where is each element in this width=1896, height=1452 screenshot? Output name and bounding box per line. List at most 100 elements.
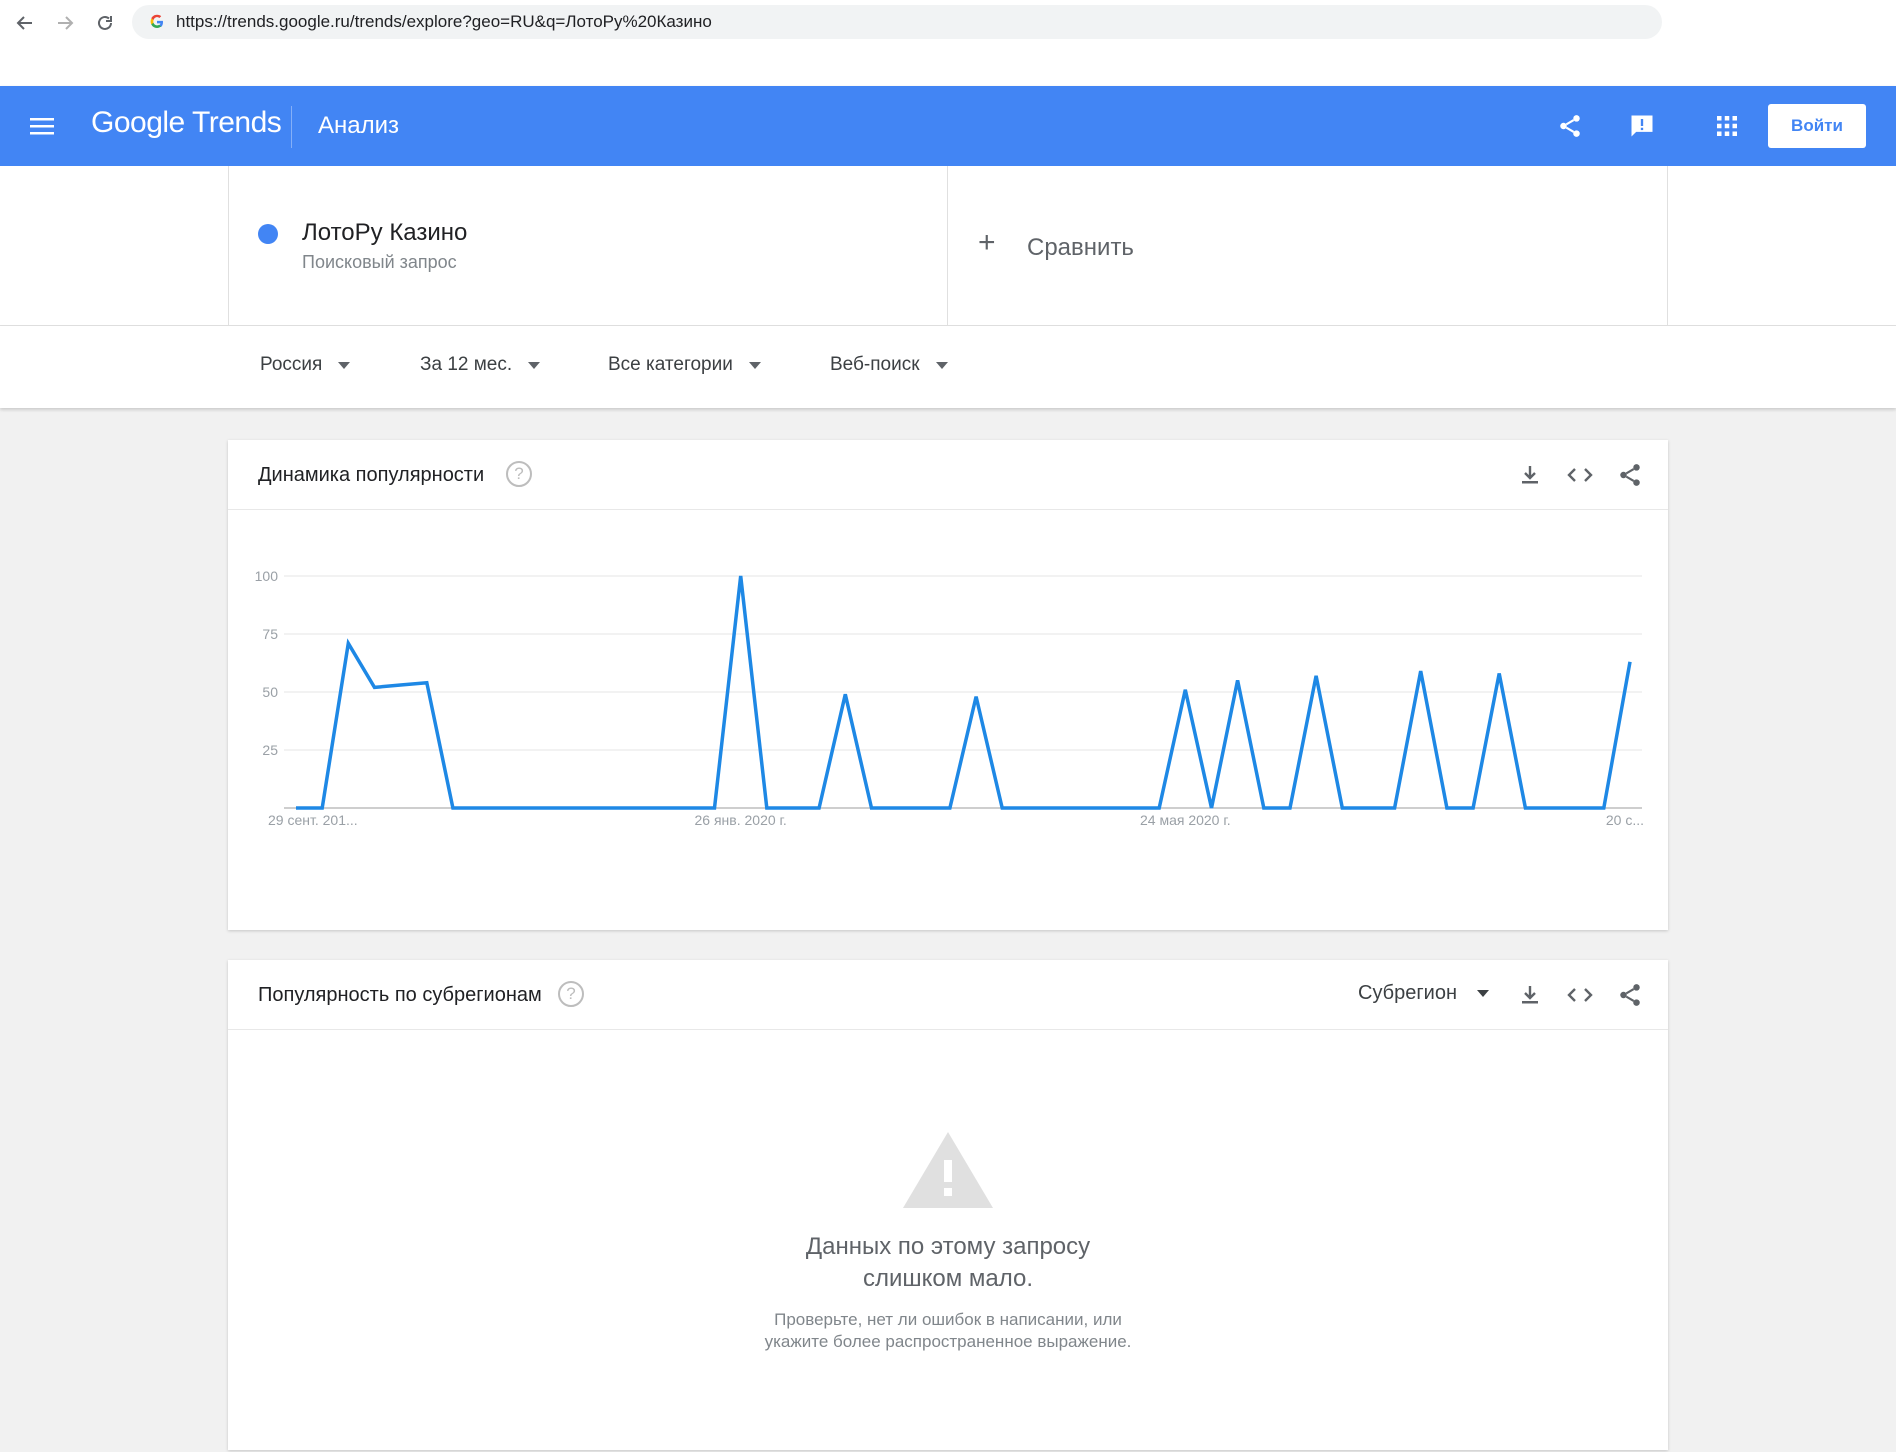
data-point[interactable] — [1576, 806, 1580, 810]
data-point[interactable] — [372, 685, 376, 689]
chevron-down-icon — [528, 361, 541, 369]
data-point[interactable] — [634, 806, 638, 810]
data-point[interactable] — [451, 806, 455, 810]
period-filter[interactable]: За 12 мес. — [420, 354, 541, 376]
share-icon — [1620, 984, 1640, 1006]
period-filter-label: За 12 мес. — [420, 354, 513, 375]
data-point[interactable] — [556, 806, 560, 810]
reload-button[interactable] — [90, 8, 120, 38]
data-point[interactable] — [425, 681, 429, 685]
data-point[interactable] — [1550, 806, 1554, 810]
menu-button[interactable] — [26, 110, 58, 142]
data-point[interactable] — [1262, 806, 1266, 810]
google-trends-logo[interactable]: Google Trends — [91, 106, 282, 140]
share-button[interactable] — [1552, 108, 1588, 144]
category-filter[interactable]: Все категории — [608, 354, 761, 376]
data-point[interactable] — [843, 692, 847, 696]
app-header: Google Trends Анализ Войти — [0, 86, 1896, 166]
chevron-down-icon — [748, 361, 761, 369]
data-point[interactable] — [948, 806, 952, 810]
region-filter-label: Россия — [260, 354, 323, 375]
embed-code-icon — [1567, 468, 1593, 482]
data-point[interactable] — [1236, 678, 1240, 682]
hamburger-menu-icon — [30, 118, 54, 135]
data-point[interactable] — [817, 806, 821, 810]
region-filter[interactable]: Россия — [260, 354, 351, 376]
data-point[interactable] — [1026, 806, 1030, 810]
embed-button[interactable] — [1564, 979, 1596, 1011]
back-button[interactable] — [10, 8, 40, 38]
data-point[interactable] — [896, 806, 900, 810]
apps-button[interactable] — [1709, 108, 1745, 144]
data-point[interactable] — [660, 806, 664, 810]
data-point[interactable] — [1628, 660, 1632, 664]
signin-button[interactable]: Войти — [1768, 104, 1866, 148]
data-point[interactable] — [765, 806, 769, 810]
no-data-title-line: Данных по этому запросу — [805, 1233, 1091, 1260]
data-point[interactable] — [1393, 806, 1397, 810]
y-tick-label: 75 — [262, 626, 278, 642]
data-point[interactable] — [739, 574, 743, 578]
data-point[interactable] — [1288, 806, 1292, 810]
data-point[interactable] — [1105, 806, 1109, 810]
card-share-button[interactable] — [1614, 979, 1646, 1011]
data-point[interactable] — [1497, 671, 1501, 675]
x-tick-label: 20 с... — [1606, 812, 1644, 828]
data-point[interactable] — [1445, 806, 1449, 810]
data-point[interactable] — [1079, 806, 1083, 810]
forward-button[interactable] — [50, 8, 80, 38]
card-share-button[interactable] — [1614, 459, 1646, 491]
data-point[interactable] — [1000, 806, 1004, 810]
download-icon — [1522, 466, 1538, 484]
data-point[interactable] — [582, 806, 586, 810]
subregion-select[interactable]: Субрегион — [1358, 982, 1490, 1005]
data-point[interactable] — [974, 695, 978, 699]
data-point[interactable] — [529, 806, 533, 810]
data-point[interactable] — [686, 806, 690, 810]
download-button[interactable] — [1514, 979, 1546, 1011]
data-point[interactable] — [294, 806, 298, 810]
data-point[interactable] — [477, 806, 481, 810]
data-point[interactable] — [1183, 688, 1187, 692]
embed-button[interactable] — [1564, 459, 1596, 491]
data-point[interactable] — [1366, 806, 1370, 810]
data-point[interactable] — [1053, 806, 1057, 810]
card-title: Популярность по субрегионам — [258, 984, 542, 1006]
no-data-message: Данных по этому запросу слишком мало. Пр… — [228, 1128, 1668, 1353]
data-point[interactable] — [791, 806, 795, 810]
data-point[interactable] — [320, 806, 324, 810]
reload-icon — [98, 15, 112, 30]
data-point[interactable] — [1157, 806, 1161, 810]
no-data-subtitle-line: Проверьте, нет ли ошибок в написании, ил… — [774, 1310, 1122, 1329]
data-point[interactable] — [1419, 669, 1423, 673]
feedback-button[interactable] — [1624, 108, 1660, 144]
data-point[interactable] — [399, 683, 403, 687]
data-point[interactable] — [1523, 806, 1527, 810]
data-point[interactable] — [1209, 806, 1213, 810]
data-point[interactable] — [1340, 806, 1344, 810]
data-point[interactable] — [1131, 806, 1135, 810]
data-point[interactable] — [1471, 806, 1475, 810]
no-data-title: Данных по этому запросу слишком мало. — [228, 1231, 1668, 1295]
search-term-card[interactable]: ЛотоРу Казино Поисковый запрос — [228, 166, 948, 326]
x-tick-label: 26 янв. 2020 г. — [695, 812, 787, 828]
compare-button[interactable]: + Сравнить — [948, 166, 1668, 326]
search-type-filter[interactable]: Веб-поиск — [830, 354, 948, 376]
data-point[interactable] — [922, 806, 926, 810]
data-point[interactable] — [346, 641, 350, 645]
interest-line-chart: 25 50 75 100 29 сент. 201... 26 янв. 2020 г. 2… — [255, 568, 1644, 828]
download-button[interactable] — [1514, 459, 1546, 491]
term-name[interactable]: ЛотоРу Казино — [302, 219, 467, 247]
data-point[interactable] — [713, 806, 717, 810]
address-bar[interactable]: https://trends.google.ru/trends/explore?… — [132, 5, 1662, 39]
embed-code-icon — [1567, 988, 1593, 1002]
help-icon[interactable]: ? — [558, 981, 584, 1007]
chevron-down-icon — [1477, 990, 1490, 997]
data-point[interactable] — [503, 806, 507, 810]
data-point[interactable] — [1314, 674, 1318, 678]
help-icon[interactable]: ? — [506, 461, 532, 487]
chevron-down-icon — [338, 361, 351, 369]
data-point[interactable] — [1602, 806, 1606, 810]
data-point[interactable] — [869, 806, 873, 810]
data-point[interactable] — [608, 806, 612, 810]
